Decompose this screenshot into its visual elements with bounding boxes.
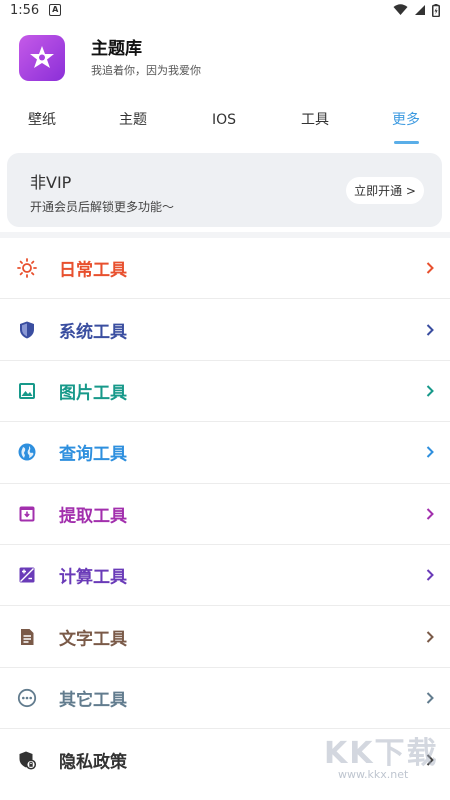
watermark: KK下载 www.kkx.net bbox=[324, 728, 444, 786]
chevron-right-icon bbox=[426, 508, 434, 520]
menu-label-query-tools: 查询工具 bbox=[59, 444, 127, 465]
menu-item-text-tools[interactable]: 文字工具 bbox=[0, 606, 450, 668]
status-time: 1:56 bbox=[10, 2, 40, 18]
active-tab-indicator bbox=[394, 141, 419, 144]
watermark-url: www.kkx.net bbox=[338, 768, 409, 781]
menu-item-calculate-tools[interactable]: 计算工具 bbox=[0, 545, 450, 607]
activate-vip-button[interactable]: 立即开通 > bbox=[346, 177, 424, 204]
wifi-icon bbox=[393, 4, 408, 15]
chevron-right-icon bbox=[426, 569, 434, 581]
archive-icon bbox=[17, 504, 37, 524]
shield-icon bbox=[17, 320, 37, 340]
vip-card[interactable]: 非VIP 开通会员后解锁更多功能～ 立即开通 > bbox=[7, 153, 442, 227]
menu-label-extract-tools: 提取工具 bbox=[59, 506, 127, 527]
chevron-right-icon bbox=[426, 692, 434, 704]
tab-themes[interactable]: 主题 bbox=[119, 105, 147, 135]
tab-ios[interactable]: IOS bbox=[212, 105, 236, 135]
app-title: 主题库 bbox=[91, 39, 142, 59]
menu-label-image-tools: 图片工具 bbox=[59, 383, 127, 404]
document-icon bbox=[17, 627, 37, 647]
menu-item-other-tools[interactable]: 其它工具 bbox=[0, 668, 450, 730]
vip-status-title: 非VIP bbox=[30, 173, 72, 192]
tab-bar: 壁纸 主题 IOS 工具 更多 bbox=[0, 105, 450, 145]
menu-label-other-tools: 其它工具 bbox=[59, 690, 127, 711]
status-bar: 1:56 A bbox=[0, 0, 450, 20]
app-header: 主题库 我追着你，因为我爱你 bbox=[19, 35, 201, 81]
privacy-icon bbox=[17, 750, 37, 770]
globe-icon bbox=[17, 442, 37, 462]
notification-icon: A bbox=[49, 4, 62, 16]
menu-item-extract-tools[interactable]: 提取工具 bbox=[0, 484, 450, 545]
app-logo bbox=[19, 35, 65, 81]
chevron-right-icon bbox=[426, 323, 434, 336]
menu-label-calculate-tools: 计算工具 bbox=[59, 567, 127, 588]
menu-item-query-tools[interactable]: 查询工具 bbox=[0, 422, 450, 484]
menu-label-daily-tools: 日常工具 bbox=[59, 260, 127, 281]
menu-label-system-tools: 系统工具 bbox=[59, 322, 127, 343]
chevron-right-icon bbox=[426, 262, 434, 274]
chevron-right-icon bbox=[426, 385, 434, 397]
chevron-right-icon bbox=[426, 630, 434, 643]
sun-icon bbox=[17, 258, 37, 279]
signal-icon bbox=[415, 5, 425, 15]
chevron-right-icon bbox=[426, 446, 434, 459]
tab-tools[interactable]: 工具 bbox=[301, 105, 329, 135]
menu-label-text-tools: 文字工具 bbox=[59, 629, 127, 650]
tools-menu: 日常工具 系统工具 图片工具 查询工具 提取工具 计算工具 文字工具 其它工具 … bbox=[0, 238, 450, 791]
menu-item-system-tools[interactable]: 系统工具 bbox=[0, 299, 450, 361]
vip-description: 开通会员后解锁更多功能～ bbox=[30, 200, 175, 214]
tab-more[interactable]: 更多 bbox=[392, 105, 420, 135]
menu-item-image-tools[interactable]: 图片工具 bbox=[0, 361, 450, 423]
tab-wallpaper[interactable]: 壁纸 bbox=[28, 105, 56, 135]
image-icon bbox=[17, 381, 37, 401]
status-icons bbox=[393, 3, 440, 17]
menu-item-daily-tools[interactable]: 日常工具 bbox=[0, 238, 450, 300]
more-icon bbox=[17, 688, 37, 708]
calculator-icon bbox=[17, 565, 37, 585]
menu-label-privacy-policy: 隐私政策 bbox=[59, 752, 127, 773]
app-subtitle: 我追着你，因为我爱你 bbox=[91, 64, 201, 77]
battery-icon bbox=[432, 3, 440, 17]
watermark-logo: KK下载 bbox=[324, 736, 439, 771]
star-logo-icon bbox=[30, 46, 54, 68]
